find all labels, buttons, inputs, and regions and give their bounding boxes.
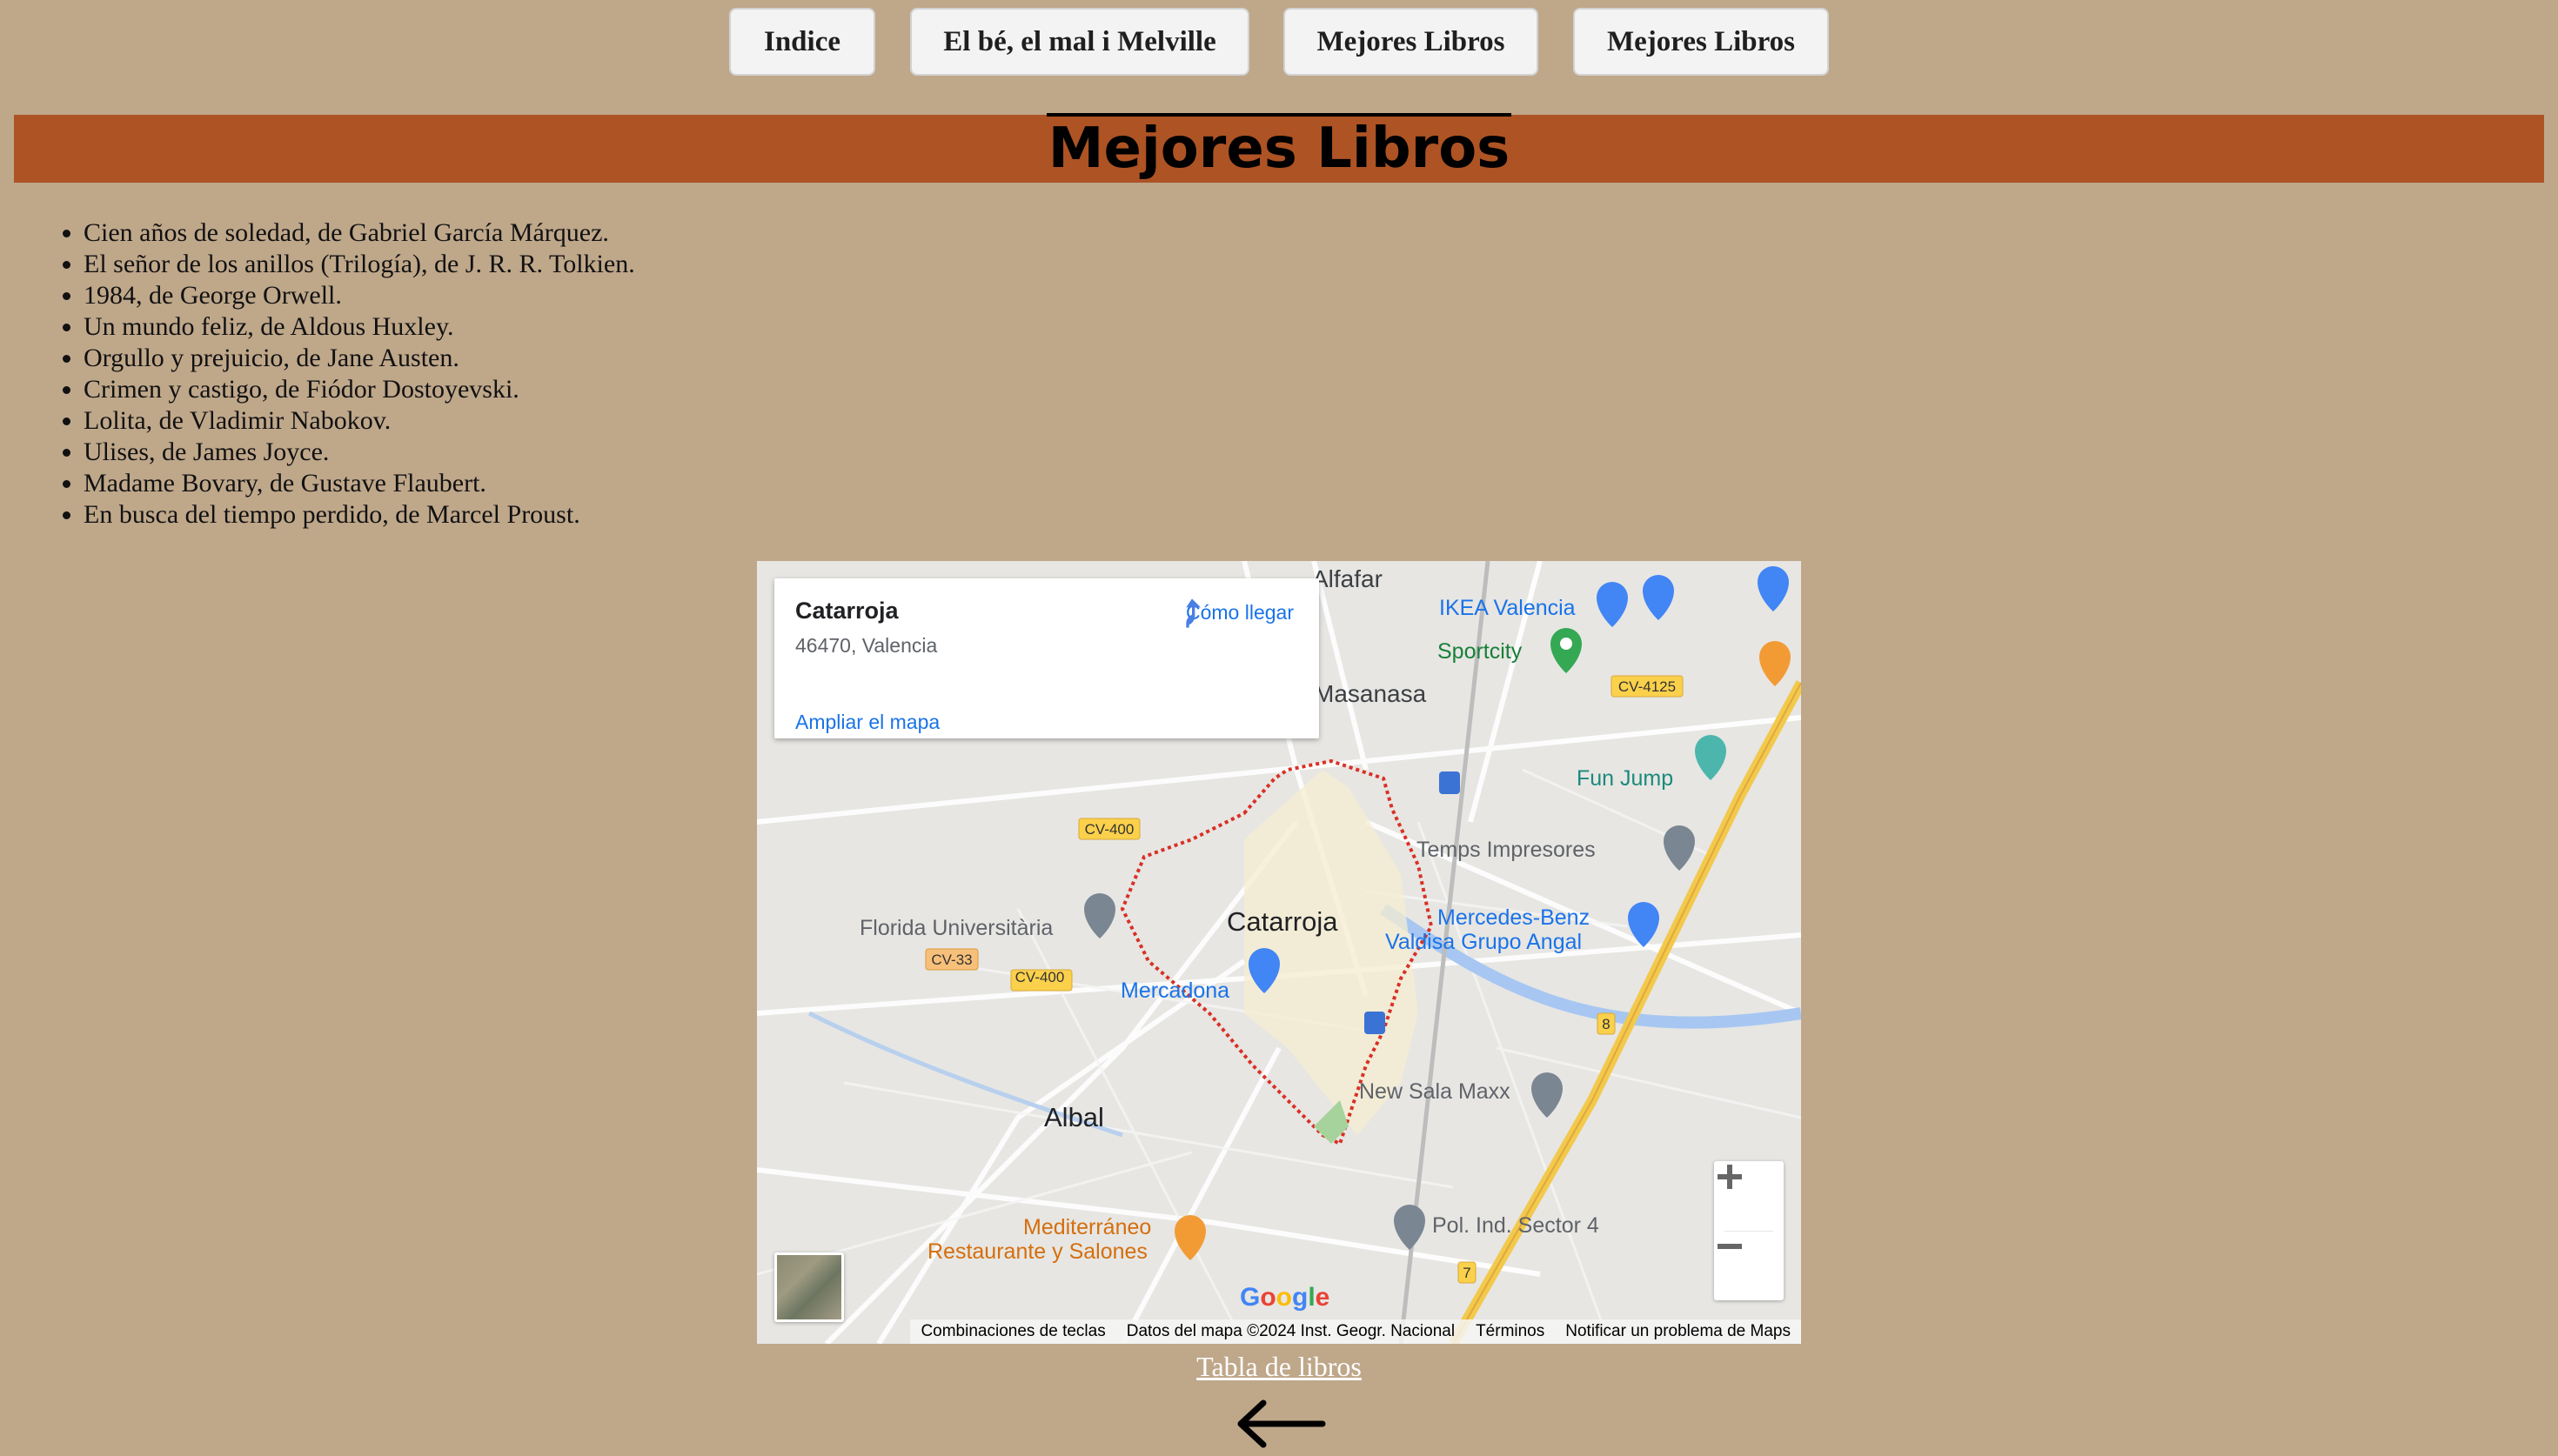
enlarge-map-link[interactable]: Ampliar el mapa (795, 711, 940, 734)
map-label-temps: Temps Impresores (1416, 838, 1596, 862)
road-label-cv4125: CV-4125 (1618, 678, 1676, 695)
list-item: 1984, de George Orwell. (84, 280, 635, 311)
map-label-alfafar: Alfafar (1312, 565, 1383, 592)
zoom-out-icon (1718, 1244, 1742, 1249)
list-item: Orgullo y prejuicio, de Jane Austen. (84, 343, 635, 374)
nav-button-melville[interactable]: El bé, el mal i Melville (910, 8, 1249, 76)
google-logo: Google (1240, 1283, 1330, 1312)
place-info-card: Catarroja 46470, Valencia Ampliar el map… (774, 578, 1319, 738)
list-item: En busca del tiempo perdido, de Marcel P… (84, 499, 635, 531)
place-name: Catarroja (795, 598, 899, 624)
map-label-mediterraneo-1: Mediterráneo (1023, 1215, 1151, 1239)
book-list: Cien años de soledad, de Gabriel García … (49, 217, 635, 531)
place-address: 46470, Valencia (795, 634, 938, 657)
directions-icon (1186, 598, 1201, 628)
map-label-pol-ind: Pol. Ind. Sector 4 (1432, 1213, 1599, 1238)
list-item: Un mundo feliz, de Aldous Huxley. (84, 311, 635, 343)
map-label-funjump: Fun Jump (1577, 766, 1673, 791)
zoom-in-icon (1718, 1165, 1742, 1189)
satellite-view-toggle[interactable] (774, 1252, 844, 1322)
nav-button-mejores-libros-2[interactable]: Mejores Libros (1573, 8, 1829, 76)
zoom-out-button[interactable] (1714, 1231, 1784, 1300)
map-data-credit: Datos del mapa ©2024 Inst. Geogr. Nacion… (1126, 1322, 1456, 1340)
report-problem-link[interactable]: Notificar un problema de Maps (1565, 1322, 1791, 1341)
top-nav: Indice El bé, el mal i Melville Mejores … (0, 8, 2558, 79)
list-item: El señor de los anillos (Trilogía), de J… (84, 249, 635, 280)
map-label-mercadona: Mercadona (1121, 978, 1229, 1003)
road-label-8: 8 (1602, 1016, 1610, 1032)
zoom-controls (1714, 1161, 1784, 1300)
road-label-7: 7 (1463, 1265, 1470, 1281)
map-label-massanassa: Masanasa (1314, 680, 1427, 707)
road-label-cv400b: CV-400 (1015, 969, 1065, 985)
map-attribution: Combinaciones de teclas Datos del mapa ©… (910, 1319, 1801, 1344)
map-label-sportcity: Sportcity (1437, 639, 1523, 664)
road-label-cv400a: CV-400 (1085, 821, 1135, 838)
map-label-mediterraneo-2: Restaurante y Salones (927, 1239, 1148, 1264)
back-arrow-icon[interactable] (1232, 1396, 1328, 1448)
map-label-new-sala: New Sala Maxx (1359, 1079, 1510, 1104)
road-label-cv33: CV-33 (931, 952, 972, 968)
list-item: Madame Bovary, de Gustave Flaubert. (84, 468, 635, 499)
map-label-mercedes-2: Valdisa Grupo Angal (1385, 930, 1582, 954)
list-item: Cien años de soledad, de Gabriel García … (84, 217, 635, 249)
keyboard-shortcuts-link[interactable]: Combinaciones de teclas (921, 1322, 1105, 1341)
map-label-florida: Florida Universitària (860, 916, 1053, 940)
terms-link[interactable]: Términos (1476, 1322, 1544, 1341)
nav-button-indice[interactable]: Indice (729, 8, 875, 76)
list-item: Crimen y castigo, de Fiódor Dostoyevski. (84, 374, 635, 405)
map-label-albal: Albal (1044, 1102, 1104, 1132)
list-item: Ulises, de James Joyce. (84, 437, 635, 468)
directions-button[interactable]: Cómo llegar (1175, 596, 1305, 628)
map-label-catarroja: Catarroja (1227, 906, 1338, 937)
zoom-in-button[interactable] (1714, 1161, 1784, 1231)
embedded-map[interactable]: CV-400 CV-33 CV-400 CV-4125 8 7 Alfafar … (757, 561, 1801, 1344)
header-banner: Mejores Libros (14, 113, 2544, 183)
list-item: Lolita, de Vladimir Nabokov. (84, 405, 635, 437)
nav-button-mejores-libros-1[interactable]: Mejores Libros (1283, 8, 1538, 76)
table-of-books-link[interactable]: Tabla de libros (0, 1351, 2558, 1383)
map-label-ikea: IKEA Valencia (1439, 596, 1576, 620)
page-title: Mejores Libros (14, 113, 2544, 183)
map-label-mercedes-1: Mercedes-Benz (1437, 905, 1590, 930)
